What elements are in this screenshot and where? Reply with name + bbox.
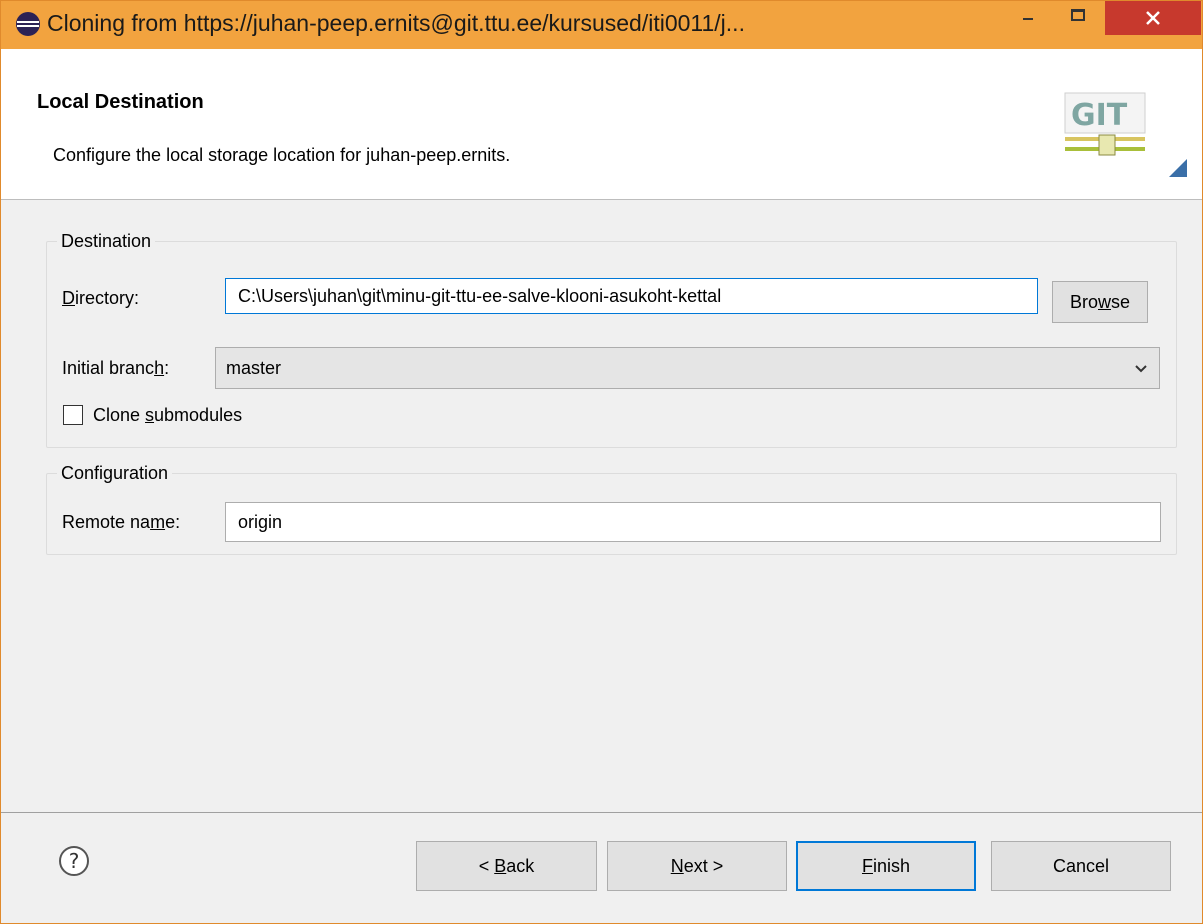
- page-title: Local Destination: [37, 91, 204, 113]
- maximize-button[interactable]: [1052, 1, 1102, 33]
- page-description: Configure the local storage location for…: [53, 145, 511, 165]
- remote-name-input[interactable]: origin: [225, 502, 1161, 542]
- close-button[interactable]: [1105, 1, 1201, 35]
- help-icon[interactable]: ?: [58, 845, 90, 877]
- initial-branch-value: master: [226, 358, 282, 378]
- cancel-button[interactable]: Cancel: [991, 841, 1171, 891]
- eclipse-icon: [16, 12, 40, 36]
- chevron-down-icon: [1135, 365, 1147, 373]
- initial-branch-label: Initial branch:: [62, 358, 170, 378]
- directory-label: Directory:: [62, 288, 140, 308]
- finish-button[interactable]: Finish: [796, 841, 976, 891]
- configuration-legend: Configuration: [61, 463, 169, 483]
- clone-submodules-label[interactable]: Clone submodules: [93, 405, 242, 426]
- dialog-window: Cloning from https://juhan-peep.ernits@g…: [0, 0, 1203, 924]
- directory-input[interactable]: C:\Users\juhan\git\minu-git-ttu-ee-salve…: [225, 278, 1038, 314]
- title-bar[interactable]: Cloning from https://juhan-peep.ernits@g…: [1, 1, 1202, 49]
- clone-submodules-checkbox[interactable]: [63, 405, 83, 425]
- maximize-icon: [1071, 9, 1085, 21]
- minimize-button[interactable]: [1005, 1, 1051, 33]
- minimize-icon: [1023, 18, 1033, 20]
- remote-name-label: Remote name:: [62, 512, 181, 532]
- git-logo-icon: GIT: [1061, 91, 1187, 189]
- footer-separator: [1, 812, 1202, 813]
- browse-button[interactable]: Browse: [1052, 281, 1148, 323]
- git-logo-text: GIT: [1071, 98, 1128, 133]
- svg-text:?: ?: [69, 849, 80, 873]
- back-button[interactable]: < Back: [416, 841, 597, 891]
- next-button[interactable]: Next >: [607, 841, 787, 891]
- wizard-header: Local Destination Configure the local st…: [1, 49, 1202, 200]
- window-title: Cloning from https://juhan-peep.ernits@g…: [47, 10, 745, 36]
- initial-branch-select[interactable]: master: [215, 347, 1160, 389]
- destination-legend: Destination: [61, 231, 152, 251]
- close-icon: [1146, 11, 1160, 25]
